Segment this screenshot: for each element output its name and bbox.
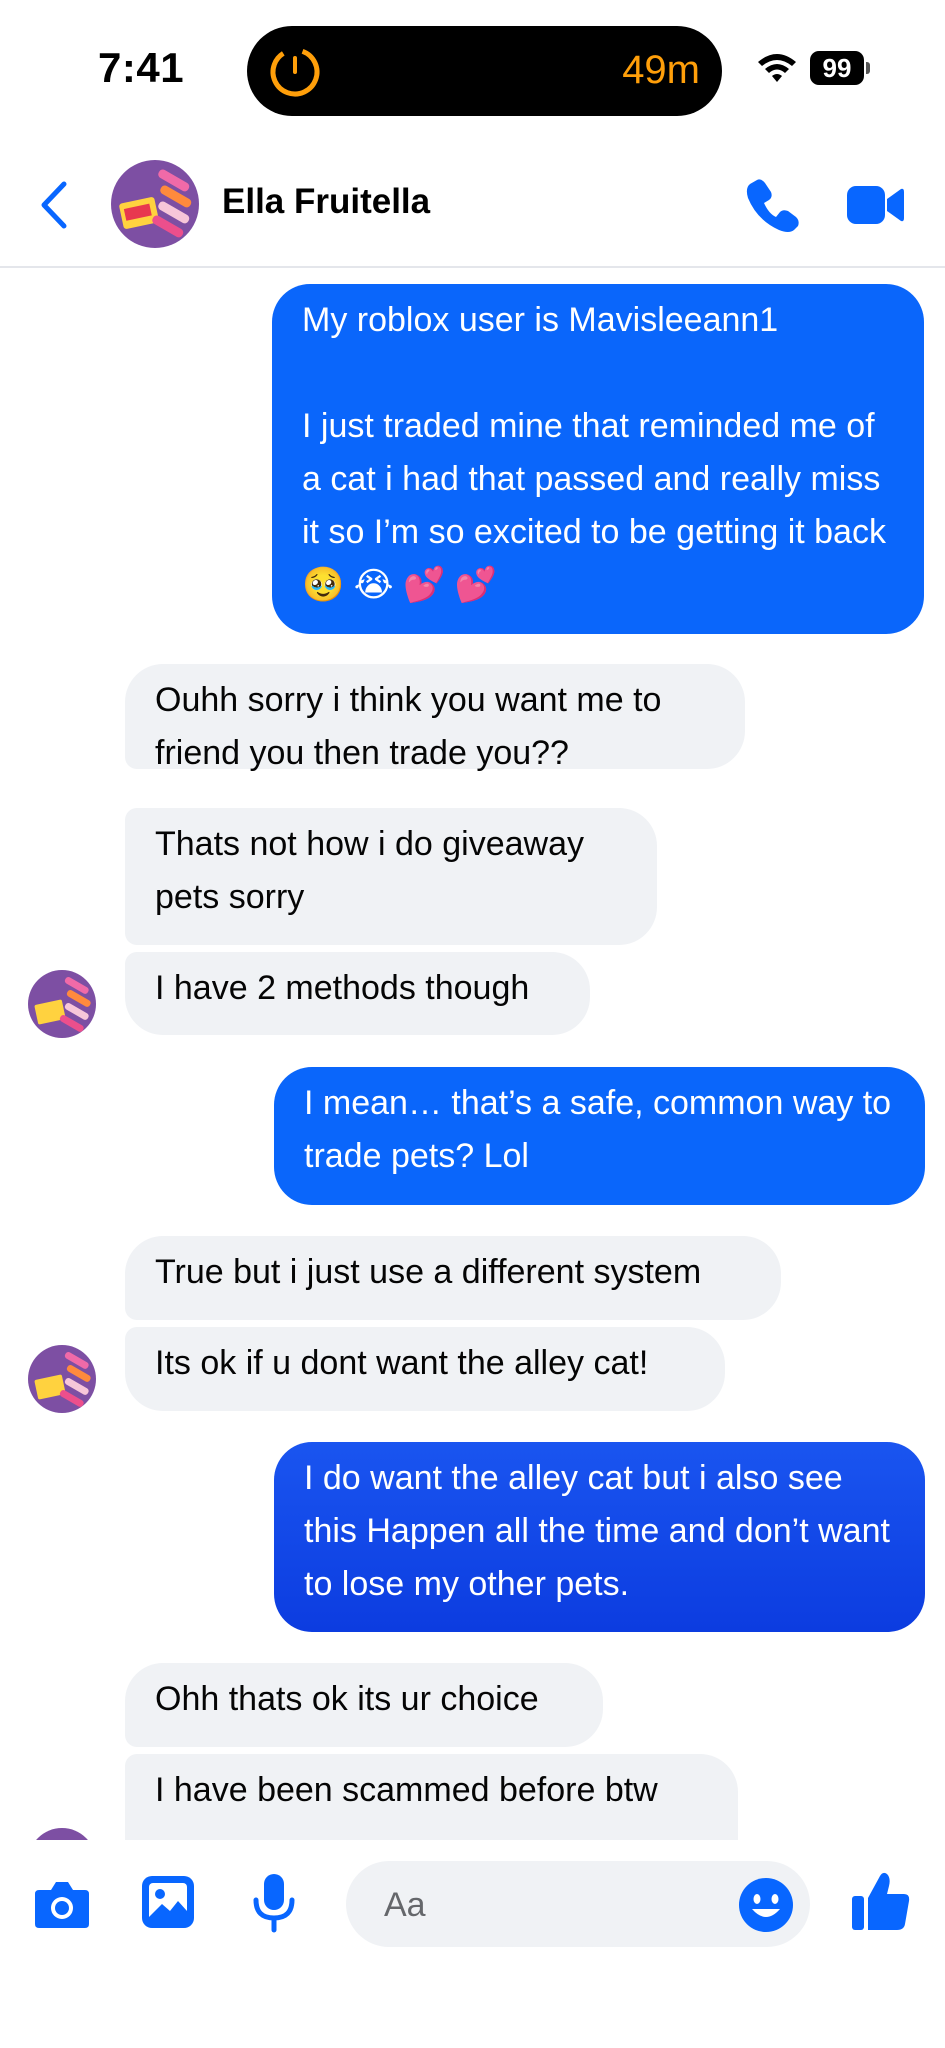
dynamic-island[interactable]: 49m [247,26,722,116]
outgoing-message[interactable]: I mean… that’s a safe, common way to tra… [274,1067,925,1205]
message-thread[interactable]: My roblox user is Mavisleeann1 I just tr… [0,268,945,1840]
incoming-message[interactable]: I have 2 methods though [125,952,590,1035]
gallery-icon[interactable] [140,1874,196,1930]
incoming-message[interactable]: Thats not how i do giveaway pets sorry [125,808,657,945]
status-time: 7:41 [98,44,185,91]
timer-icon [270,47,320,97]
chat-header: Ella Fruitella [0,140,945,268]
sender-avatar[interactable] [28,1828,96,1840]
contact-name[interactable]: Ella Fruitella [222,182,430,222]
thumbs-up-icon[interactable] [850,1870,912,1932]
wifi-icon [758,54,796,82]
outgoing-message[interactable]: My roblox user is Mavisleeann1 I just tr… [272,284,924,634]
call-icon[interactable] [743,176,801,234]
camera-icon[interactable] [33,1878,91,1930]
microphone-icon[interactable] [248,1872,300,1934]
status-bar: 7:41 49m 99 [0,0,945,140]
sender-avatar[interactable] [28,970,96,1038]
timer-remaining: 49m [622,48,700,92]
avatar-image [111,160,199,248]
back-icon[interactable] [36,178,72,232]
message-input-container[interactable] [346,1861,810,1947]
video-call-icon[interactable] [845,180,905,230]
home-indicator-area [0,1970,945,2048]
incoming-message[interactable]: Its ok if u dont want the alley cat! [125,1327,725,1411]
incoming-message[interactable]: True but i just use a different system [125,1236,781,1320]
incoming-message[interactable]: I have been scammed before btw [125,1754,738,1840]
outgoing-message[interactable]: I do want the alley cat but i also see t… [274,1442,925,1632]
battery-level: 99 [810,51,864,85]
message-input[interactable] [382,1881,726,1929]
avatar-image [28,1345,96,1413]
message-composer [0,1840,945,1970]
avatar-image [28,970,96,1038]
avatar-image [28,1828,96,1840]
emoji-icon[interactable] [738,1877,794,1933]
incoming-message[interactable]: Ohh thats ok its ur choice [125,1663,603,1747]
battery-tip [866,62,870,74]
incoming-message[interactable]: Ouhh sorry i think you want me to friend… [125,664,745,772]
contact-avatar[interactable] [111,160,199,248]
sender-avatar[interactable] [28,1345,96,1413]
